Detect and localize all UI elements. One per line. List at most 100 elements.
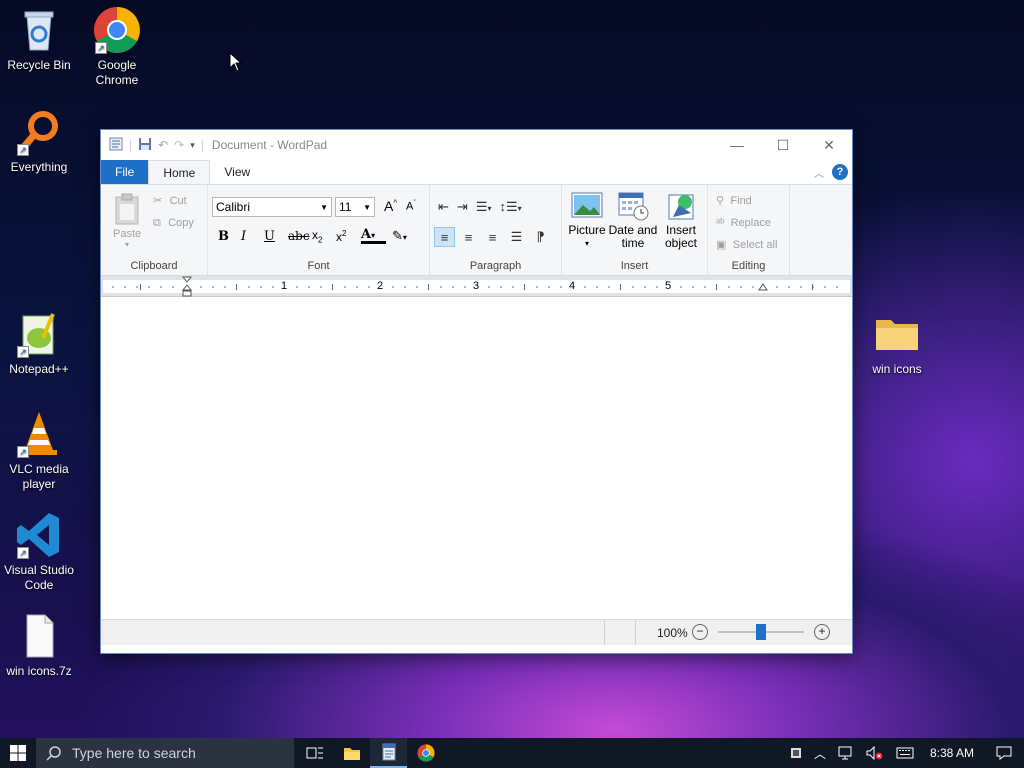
desktop-icon-label: win icons	[872, 362, 922, 376]
volume-muted-icon[interactable]	[860, 738, 890, 768]
system-tray: ︿ 8:38 AM	[784, 738, 1024, 768]
text-color-button[interactable]: A▾	[361, 228, 386, 244]
zoom-slider[interactable]	[718, 624, 804, 640]
shortcut-arrow-icon: ↗	[95, 42, 107, 54]
keyboard-icon[interactable]	[890, 738, 920, 768]
ruler: 1 2 3 4 5	[101, 276, 852, 297]
quick-access-toolbar: | ↶ ↷ ▾ |	[101, 137, 204, 154]
bullets-icon[interactable]: ☰▾	[476, 199, 492, 215]
picture-button[interactable]: Picture ▾	[567, 191, 607, 250]
folder-icon	[343, 748, 360, 760]
clock[interactable]: 8:38 AM	[920, 738, 984, 768]
insert-object-label: Insert object	[664, 223, 698, 250]
ribbon: Paste ▾ ✂ Cut ⧉ Copy Clipboard Calibri ▼…	[101, 184, 852, 276]
minimize-button[interactable]: —	[714, 130, 760, 160]
font-family-value: Calibri	[216, 200, 251, 214]
line-spacing-icon[interactable]: ↕☰▾	[499, 199, 521, 215]
justify-button[interactable]: ☰	[506, 227, 527, 247]
wordpad-app-icon[interactable]	[109, 137, 123, 154]
customize-qat-icon[interactable]: ▾	[190, 140, 195, 151]
collapse-ribbon-icon[interactable]: ︿	[814, 165, 824, 180]
align-right-button[interactable]: ≡	[482, 227, 503, 247]
copy-icon: ⧉	[153, 217, 161, 229]
network-icon[interactable]	[832, 738, 860, 768]
underline-button[interactable]: U	[264, 229, 288, 244]
font-family-select[interactable]: Calibri ▼	[212, 197, 332, 217]
cut-label: Cut	[169, 195, 187, 207]
start-button[interactable]	[0, 738, 36, 768]
tab-home[interactable]: Home	[148, 160, 211, 184]
paste-button[interactable]: Paste ▾	[113, 193, 141, 249]
copy-label: Copy	[168, 217, 194, 229]
font-group: Calibri ▼ 11 ▼ A^ Aˇ B I U abc x2 x2 A▾ …	[208, 185, 430, 275]
tab-file[interactable]: File	[101, 160, 149, 184]
scissors-icon: ✂	[153, 195, 163, 207]
wordpad-icon	[382, 743, 395, 761]
taskbar-file-explorer[interactable]	[333, 738, 370, 768]
document-area[interactable]	[101, 297, 852, 619]
desktop-icon-win-icons-7z[interactable]: win icons.7z	[0, 612, 78, 679]
shortcut-arrow-icon: ↗	[17, 547, 29, 559]
notepad-plus-plus-icon: ↗	[15, 310, 63, 358]
taskbar-chrome[interactable]	[407, 738, 444, 768]
undo-icon[interactable]: ↶	[158, 138, 168, 152]
desktop-icon-vscode[interactable]: ↗ Visual Studio Code	[0, 511, 78, 593]
file-icon	[15, 612, 63, 660]
tray-app-icon[interactable]	[784, 738, 808, 768]
zoom-out-button[interactable]: −	[692, 624, 708, 640]
taskbar-search-box[interactable]: Type here to search	[36, 738, 294, 768]
maximize-button[interactable]: ☐	[760, 130, 806, 160]
cut-button[interactable]: ✂ Cut	[153, 193, 187, 207]
insert-object-button[interactable]: Insert object	[660, 191, 702, 250]
help-icon[interactable]: ?	[832, 164, 848, 180]
recycle-bin-icon	[15, 6, 63, 54]
select-all-button[interactable]: ▣ Select all	[716, 237, 777, 251]
align-left-button[interactable]: ≡	[434, 227, 455, 247]
save-icon[interactable]	[138, 137, 152, 154]
replace-icon: ᵃᵇ	[716, 217, 725, 229]
copy-button[interactable]: ⧉ Copy	[153, 215, 194, 230]
ruler-track: 1 2 3 4 5	[103, 280, 850, 293]
increase-indent-icon[interactable]: ⇥	[457, 199, 468, 215]
desktop-icon-label: Recycle Bin	[7, 58, 71, 72]
notification-center-button[interactable]	[984, 738, 1024, 768]
taskbar-wordpad[interactable]	[370, 738, 407, 768]
zoom-in-button[interactable]: +	[814, 624, 830, 640]
desktop-icon-win-icons-folder[interactable]: win icons	[858, 310, 936, 377]
zoom-slider-thumb[interactable]	[756, 624, 766, 640]
font-size-select[interactable]: 11 ▼	[335, 197, 375, 217]
close-button[interactable]: ✕	[806, 130, 852, 160]
find-button[interactable]: ⚲ Find	[716, 193, 752, 207]
italic-button[interactable]: I	[241, 229, 264, 244]
desktop-icon-google-chrome[interactable]: ↗ Google Chrome	[78, 6, 156, 88]
strikethrough-button[interactable]: abc	[288, 229, 312, 243]
date-and-time-button[interactable]: Date and time	[608, 191, 658, 250]
qat-separator: |	[200, 138, 204, 152]
superscript-button[interactable]: x2	[336, 229, 361, 244]
paste-label: Paste	[113, 228, 142, 240]
decrease-indent-icon[interactable]: ⇤	[438, 199, 449, 215]
desktop-icon-recycle-bin[interactable]: Recycle Bin	[0, 6, 78, 73]
show-hidden-icons-icon[interactable]: ︿	[808, 738, 832, 768]
desktop-icon-notepad-plus-plus[interactable]: ↗ Notepad++	[0, 310, 78, 377]
tab-view[interactable]: View	[210, 160, 264, 184]
desktop-icon-vlc[interactable]: ↗ VLC media player	[0, 410, 78, 492]
subscript-button[interactable]: x2	[312, 228, 336, 244]
group-label: Paragraph	[469, 260, 522, 272]
grow-font-icon[interactable]: A^	[384, 198, 397, 214]
window-title: Document - WordPad	[211, 138, 328, 152]
desktop-icon-everything[interactable]: ↗ Everything	[0, 108, 78, 175]
align-center-button[interactable]: ≡	[458, 227, 479, 247]
highlight-color-button[interactable]: ✎▾	[392, 228, 418, 244]
paragraph-settings-icon[interactable]: ⁋	[530, 227, 551, 247]
select-all-icon: ▣	[716, 239, 727, 251]
wordpad-window: | ↶ ↷ ▾ | Document - WordPad — ☐ ✕ File …	[100, 129, 853, 654]
redo-icon[interactable]: ↷	[174, 138, 184, 152]
task-view-button[interactable]	[296, 738, 333, 768]
bold-button[interactable]: B	[218, 229, 241, 244]
right-indent-marker-icon[interactable]	[758, 283, 768, 292]
replace-button[interactable]: ᵃᵇ Replace	[716, 215, 771, 229]
shrink-font-icon[interactable]: Aˇ	[406, 200, 416, 213]
date-and-time-label: Date and time	[608, 223, 658, 250]
indent-marker-icon[interactable]	[182, 276, 192, 297]
